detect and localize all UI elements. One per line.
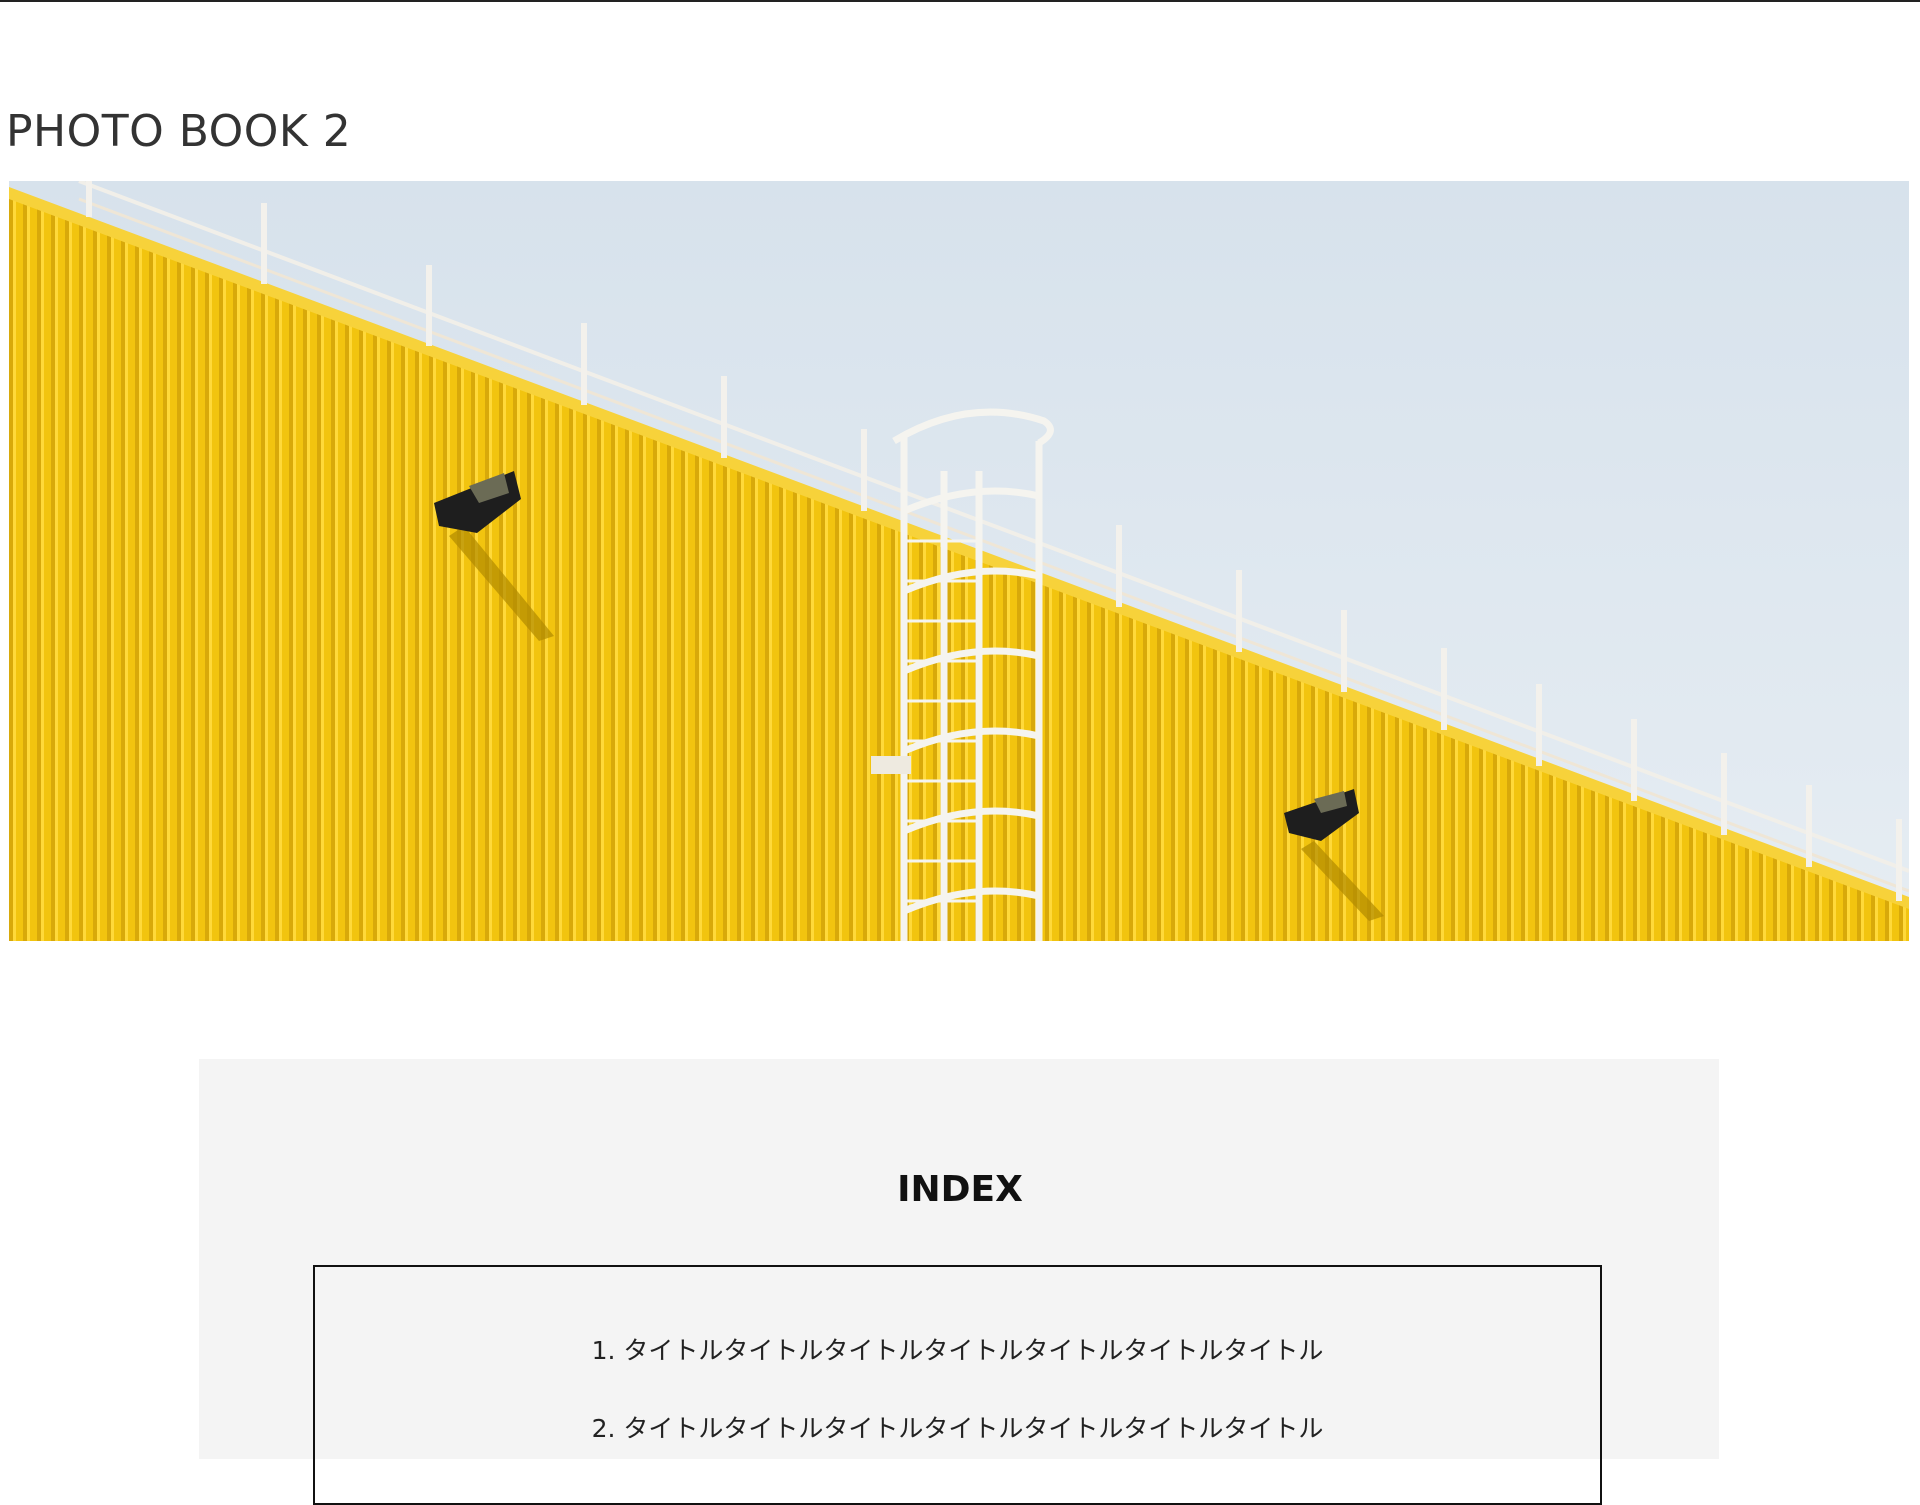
index-item[interactable]: 2. タイトルタイトルタイトルタイトルタイトルタイトルタイトル xyxy=(315,1413,1600,1445)
index-item[interactable]: 1. タイトルタイトルタイトルタイトルタイトルタイトルタイトル xyxy=(315,1335,1600,1367)
index-box: 1. タイトルタイトルタイトルタイトルタイトルタイトルタイトル 2. タイトルタ… xyxy=(313,1265,1602,1505)
ladder-bracket xyxy=(871,756,911,774)
page-title: PHOTO BOOK 2 xyxy=(6,106,352,157)
hero-photo xyxy=(9,181,1909,941)
index-heading: INDEX xyxy=(897,1169,1023,1210)
hero-photo-image xyxy=(9,181,1909,941)
top-divider xyxy=(0,0,1920,2)
index-list: 1. タイトルタイトルタイトルタイトルタイトルタイトルタイトル 2. タイトルタ… xyxy=(315,1335,1600,1491)
